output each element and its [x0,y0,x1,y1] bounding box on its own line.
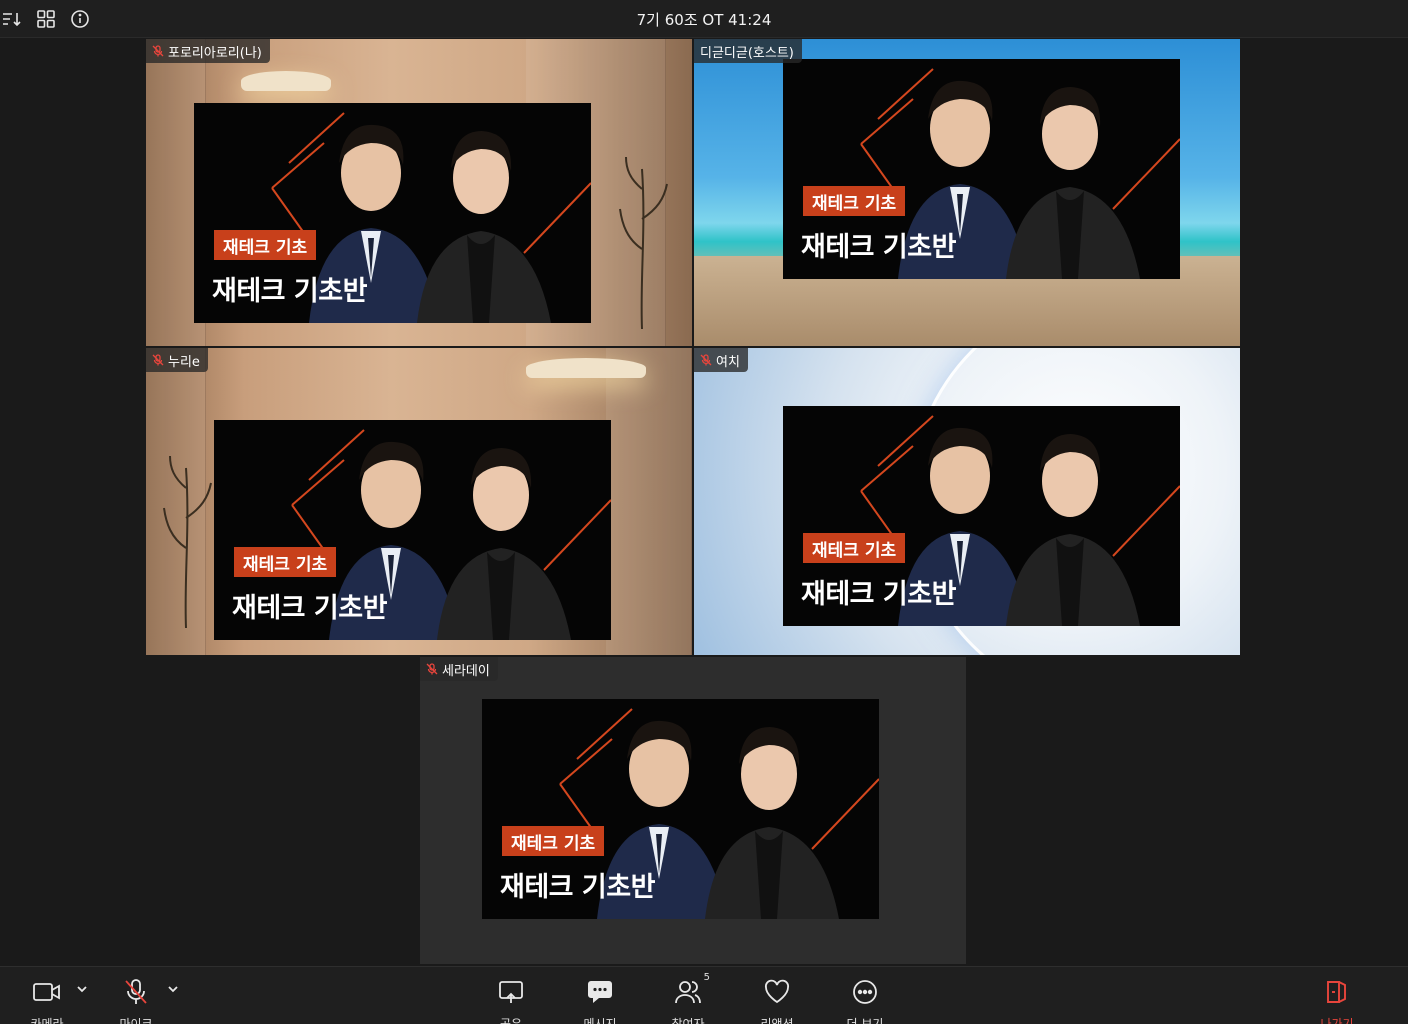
participant-name-tag: 디귿디귿(호스트) [694,39,802,63]
slide-course-title: 재테크 기초반 [801,579,956,610]
meeting-window: 7기 60조 OT 41:24 재테크 기초 재테크 기초반 포로리아로리(나) [0,0,1408,1024]
participants-icon [675,981,701,1004]
video-tile-3[interactable]: 재테크 기초 재테크 기초반 누리e [146,348,692,655]
meeting-toolbar: 카메라 마이크 공유 메시지 5 참여자 리액션 더 보기 나가기 [0,966,1408,1024]
video-tile-5[interactable]: 재테크 기초 재테크 기초반 세라데이 [420,657,966,964]
slide-badge: 재테크 기초 [803,533,906,563]
mic-button[interactable]: 마이크 [101,977,178,1024]
video-tile-4[interactable]: 재테크 기초 재테크 기초반 여치 [694,348,1240,655]
message-button[interactable]: 메시지 [565,977,635,1024]
slide-course-title: 재테크 기초반 [500,872,655,903]
shared-slide: 재테크 기초 재테크 기초반 [783,406,1180,626]
share-button[interactable]: 공유 [476,977,546,1024]
message-icon [588,981,612,1003]
participant-name-tag: 세라데이 [420,657,498,681]
shared-slide: 재테크 기초 재테크 기초반 [783,59,1180,279]
participant-name-tag: 포로리아로리(나) [146,39,270,63]
video-tile-1[interactable]: 재테크 기초 재테크 기초반 포로리아로리(나) [146,39,692,346]
mic-off-icon [700,354,712,366]
share-icon [499,981,523,1003]
participants-count-badge: 5 [703,972,710,983]
mic-off-icon [426,663,438,675]
camera-icon [33,983,60,1001]
video-tile-2[interactable]: 재테크 기초 재테크 기초반 디귿디귿(호스트) [694,39,1240,346]
slide-course-title: 재테크 기초반 [232,593,387,624]
slide-badge: 재테크 기초 [234,547,337,577]
mic-off-icon [152,354,164,366]
heart-icon [765,979,789,1004]
shared-slide: 재테크 기초 재테크 기초반 [214,420,611,640]
leave-button[interactable]: 나가기 [1302,977,1372,1024]
participants-button[interactable]: 5 참여자 [653,972,723,1024]
shared-slide: 재테크 기초 재테크 기초반 [194,103,591,323]
chevron-down-icon[interactable] [76,983,88,995]
slide-badge: 재테크 기초 [803,186,906,216]
reaction-button[interactable]: 리액션 [742,977,812,1024]
video-stage: 재테크 기초 재테크 기초반 포로리아로리(나) 재테크 기초 재테크 기초반 … [2,39,1406,966]
leave-icon [1327,981,1346,1003]
more-icon [853,980,877,1004]
mic-off-icon [125,979,147,1004]
chevron-down-icon[interactable] [167,983,179,995]
slide-badge: 재테크 기초 [502,826,605,856]
slide-badge: 재테크 기초 [214,230,317,260]
camera-button[interactable]: 카메라 [12,977,87,1024]
participant-name-tag: 여치 [694,348,748,372]
meeting-title: 7기 60조 OT 41:24 [636,11,772,29]
more-button[interactable]: 더 보기 [830,977,900,1024]
top-bar: 7기 60조 OT 41:24 [0,0,1408,38]
mic-off-icon [152,45,164,57]
participant-name-tag: 누리e [146,348,208,372]
slide-course-title: 재테크 기초반 [212,276,367,307]
shared-slide: 재테크 기초 재테크 기초반 [482,699,879,919]
slide-course-title: 재테크 기초반 [801,232,956,263]
